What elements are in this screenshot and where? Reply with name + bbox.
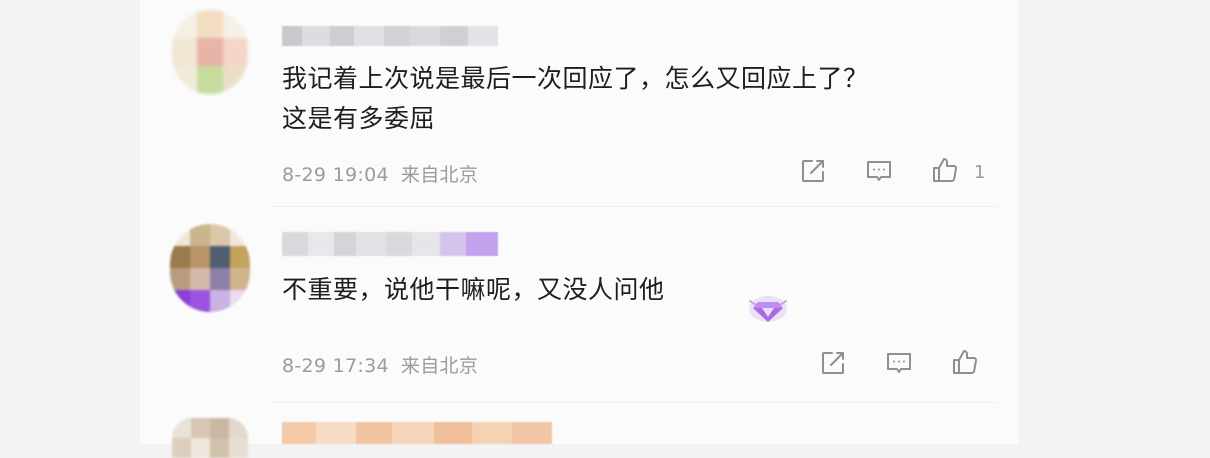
- comment-time: 8-29 19:04: [282, 164, 389, 186]
- share-icon[interactable]: [818, 348, 848, 378]
- like-count: 1: [974, 162, 986, 183]
- like-icon[interactable]: [950, 347, 980, 377]
- comment-text-line: 这是有多委屈: [282, 104, 436, 133]
- avatar[interactable]: [172, 10, 248, 94]
- reply-icon[interactable]: [864, 156, 894, 186]
- avatar[interactable]: [170, 224, 250, 312]
- comment-location: 来自北京: [400, 355, 479, 377]
- divider: [272, 206, 996, 207]
- diamond-badge-icon: [746, 285, 790, 329]
- divider: [272, 402, 996, 403]
- username[interactable]: [282, 232, 498, 256]
- username[interactable]: [282, 26, 498, 46]
- like-icon[interactable]: [930, 155, 960, 185]
- comment-time: 8-29 17:34: [282, 355, 389, 377]
- username[interactable]: [282, 422, 552, 444]
- comment-text: 不重要，说他干嘛呢，又没人问他: [282, 272, 665, 308]
- comment-text-line: 不重要，说他干嘛呢，又没人问他: [282, 275, 665, 304]
- comment-list: 我记着上次说是最后一次回应了，怎么又回应上了？ 这是有多委屈 8-29 19:0…: [140, 0, 1018, 458]
- comment-location: 来自北京: [400, 164, 479, 186]
- avatar[interactable]: [172, 418, 248, 458]
- comment-text-line: 我记着上次说是最后一次回应了，怎么又回应上了？: [282, 64, 869, 93]
- comment-text: 我记着上次说是最后一次回应了，怎么又回应上了？ 这是有多委屈: [282, 61, 869, 137]
- comment-meta: 8-29 19:04 来自北京: [282, 160, 478, 187]
- comment-meta: 8-29 17:34 来自北京: [282, 351, 478, 378]
- share-icon[interactable]: [798, 156, 828, 186]
- reply-icon[interactable]: [884, 348, 914, 378]
